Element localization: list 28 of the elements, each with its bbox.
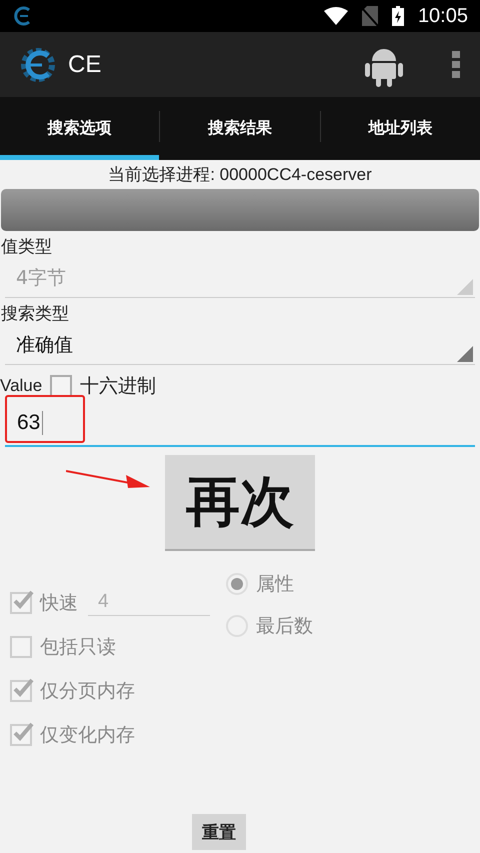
status-time: 10:05 (418, 4, 468, 28)
gear-logo-icon (20, 46, 56, 82)
field-label: 搜索类型 (0, 303, 70, 325)
tab[interactable]: 搜索结果 (160, 97, 320, 160)
no-sim-icon (362, 6, 378, 26)
field-label: 值类型 (0, 236, 53, 258)
checkbox-label: 快速 (40, 590, 78, 616)
scan-button[interactable]: 再次 (165, 455, 315, 551)
radio-label: 属性 (256, 572, 294, 597)
wifi-icon (324, 7, 348, 25)
dropdown-arrow-icon (457, 279, 473, 295)
value-input[interactable]: 63 (5, 401, 475, 447)
overflow-menu-icon[interactable] (452, 50, 460, 78)
dropdown-arrow-icon (457, 346, 473, 362)
process-label: 当前选择进程: 00000CC4-ceserver (107, 164, 373, 186)
radio-label: 最后数 (256, 614, 313, 639)
tab[interactable]: 搜索选项 (0, 97, 160, 160)
reset-button[interactable]: 重置 (192, 814, 246, 850)
checkbox-label: 仅变化内存 (40, 723, 135, 748)
tab[interactable]: 地址列表 (320, 97, 480, 160)
checkbox-label: 包括只读 (40, 635, 116, 660)
value-label: Value (0, 376, 42, 396)
battery-icon (392, 6, 404, 26)
app-title: CE (68, 50, 102, 78)
checkbox-label: 十六进制 (80, 374, 156, 399)
dropdown[interactable]: 准确值 (5, 325, 475, 365)
checkbox[interactable] (50, 375, 72, 397)
checkbox-label: 仅分页内存 (40, 679, 135, 704)
